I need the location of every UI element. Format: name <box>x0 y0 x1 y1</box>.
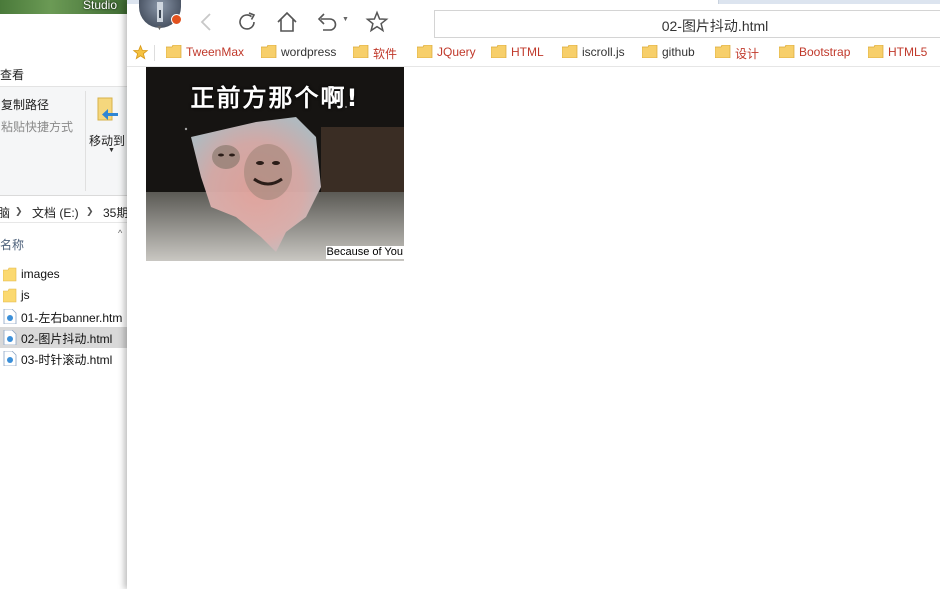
move-to-icon[interactable] <box>97 97 119 123</box>
folder-icon <box>868 45 884 58</box>
desktop-background: Studio <box>0 0 127 14</box>
home-icon[interactable] <box>275 10 299 34</box>
breadcrumb-item[interactable]: 35期 <box>103 204 127 221</box>
address-bar[interactable]: 02-图片抖动.html <box>434 10 940 38</box>
file-row[interactable]: images <box>0 264 127 285</box>
notification-dot <box>171 14 182 25</box>
chevron-right-icon[interactable]: ❯ <box>86 206 94 217</box>
column-header-name[interactable]: 名称 <box>0 236 24 253</box>
bookmark-label: github <box>662 45 695 59</box>
folder-icon <box>3 267 17 282</box>
file-name: 03-时针滚动.html <box>21 353 113 367</box>
file-row[interactable]: 01-左右banner.htm <box>0 306 127 327</box>
breadcrumb[interactable]: 脑 ❯ 文档 (E:) ❯ 35期 <box>0 200 127 223</box>
bookmark-label: HTML5 <box>888 45 928 59</box>
bookmark-label: wordpress <box>281 45 337 59</box>
copy-path-button[interactable]: 复制路径 <box>1 96 49 113</box>
refresh-icon[interactable] <box>235 10 259 34</box>
breadcrumb-item[interactable]: 文档 (E:) <box>32 204 79 221</box>
move-to-button-label[interactable]: 移动到 <box>89 132 125 149</box>
breadcrumb-item[interactable]: 脑 <box>0 204 10 221</box>
file-name: js <box>21 288 30 302</box>
chevron-down-icon[interactable]: ▼ <box>108 147 115 154</box>
bookmark-label: 设计 <box>735 47 760 61</box>
file-name: images <box>21 267 60 281</box>
desktop-icon-label[interactable]: Studio <box>83 0 117 12</box>
shaking-image: 正前方那个啊! Because of You <box>146 67 404 261</box>
bookmark-star-icon[interactable] <box>132 44 149 61</box>
html-file-icon <box>3 330 17 345</box>
bookmarks-divider <box>154 45 155 61</box>
html-file-icon <box>3 309 17 324</box>
favorite-star-icon[interactable] <box>365 10 389 34</box>
back-icon[interactable] <box>195 10 219 34</box>
paste-shortcut-button[interactable]: 粘贴快捷方式 <box>1 118 73 135</box>
html-file-icon <box>3 351 17 366</box>
chevron-down-icon[interactable]: ▼ <box>342 16 349 23</box>
page-content: 正前方那个啊! Because of You <box>127 67 940 589</box>
bookmark-label: HTML <box>511 45 544 59</box>
ribbon-divider <box>85 91 86 191</box>
file-row[interactable]: js <box>0 285 127 306</box>
browser-window: ▼ ▼ 02-图片抖动.html TweenMax wordpress 软件 JQue… <box>127 0 940 589</box>
address-bar-url[interactable]: 02-图片抖动.html <box>435 16 940 36</box>
folder-icon <box>642 45 658 58</box>
meme-caption: 正前方那个啊! <box>190 84 360 112</box>
folder-icon <box>562 45 578 58</box>
folder-icon <box>491 45 507 58</box>
explorer-ribbon: 复制路径 粘贴快捷方式 移动到 ▼ <box>0 86 127 196</box>
meme-watermark: Because of You <box>325 246 404 259</box>
file-name: 01-左右banner.htm <box>21 311 123 325</box>
file-explorer-window: Studio 查看 复制路径 粘贴快捷方式 移动到 ▼ 脑 ❯ 文档 (E:) … <box>0 0 127 589</box>
file-name: 02-图片抖动.html <box>21 332 113 346</box>
folder-icon <box>779 45 795 58</box>
folder-icon <box>261 45 277 58</box>
bookmark-label: TweenMax <box>186 45 245 59</box>
folder-icon <box>3 288 17 303</box>
bookmarks-bar: TweenMax wordpress 软件 JQuery HTML iscroll.js g… <box>127 40 940 67</box>
menu-view-tab[interactable]: 查看 <box>0 66 24 83</box>
chevron-right-icon[interactable]: ❯ <box>15 206 23 217</box>
file-row[interactable]: 03-时针滚动.html <box>0 348 127 369</box>
folder-icon <box>715 45 731 58</box>
bookmark-label: JQuery <box>437 45 476 59</box>
file-row-selected[interactable]: 02-图片抖动.html <box>0 327 127 348</box>
collapse-caret-icon[interactable]: ^ <box>118 228 122 238</box>
folder-icon <box>417 45 433 58</box>
chevron-down-icon[interactable]: ▼ <box>156 25 163 32</box>
undo-icon[interactable] <box>315 10 339 34</box>
browser-toolbar: ▼ ▼ 02-图片抖动.html <box>127 0 940 40</box>
bookmark-label: Bootstrap <box>799 45 851 59</box>
folder-icon <box>353 45 369 58</box>
bookmark-label: 软件 <box>373 47 398 61</box>
folder-icon <box>166 45 182 58</box>
bookmark-label: iscroll.js <box>582 45 625 59</box>
